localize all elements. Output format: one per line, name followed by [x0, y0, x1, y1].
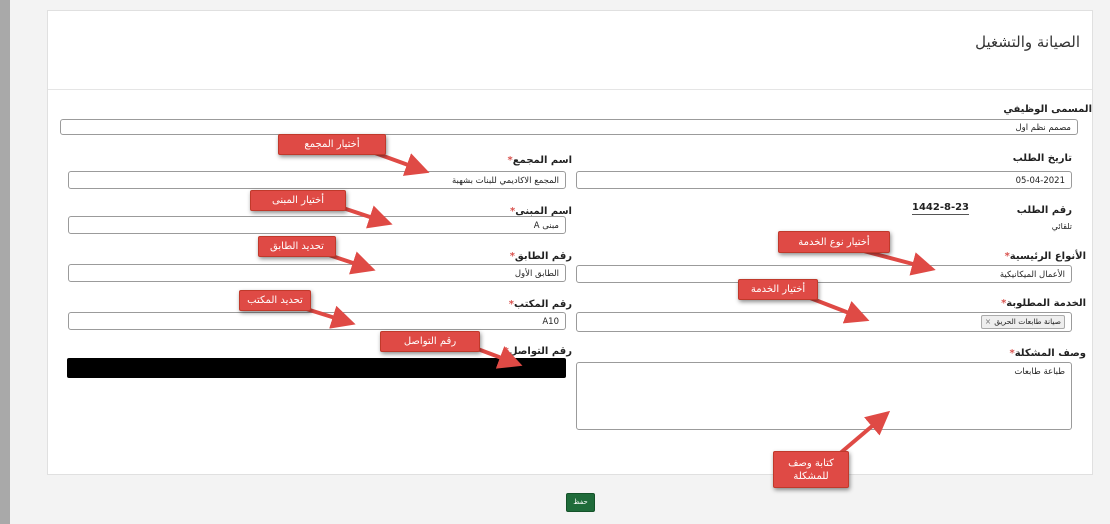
save-button[interactable]: حفظ [566, 493, 595, 512]
problem-description-label-text: وصف المشكلة [1014, 348, 1086, 359]
requested-service-label: الخدمة المطلوبة* [998, 298, 1086, 309]
remove-chip-icon[interactable]: × [985, 317, 991, 326]
request-number-label: رقم الطلب [1016, 205, 1072, 216]
service-chip: صيانة طابعات الحريق× [980, 315, 1065, 329]
request-number-value: 1442-8-23 [912, 202, 970, 215]
request-date-label: تاريخ الطلب [1012, 153, 1072, 164]
problem-description-label: وصف المشكلة* [1006, 348, 1086, 359]
job-title-label: المسمى الوظيفي [1003, 104, 1092, 115]
callout-choose-service: أختيار الخدمة [738, 279, 818, 300]
office-number-label-text: رقم المكتب [514, 299, 572, 310]
complex-name-label: اسم المجمع* [505, 155, 572, 166]
contact-number-label-text: رقم التواصل [508, 346, 572, 357]
floor-number-select[interactable]: الطابق الأول [68, 264, 566, 282]
problem-description-textarea[interactable]: طباعة طابعات [576, 362, 1072, 430]
left-scrollbar-strip [0, 0, 10, 524]
requested-service-select[interactable]: صيانة طابعات الحريق× [576, 312, 1072, 332]
request-number-status: تلقائي [1051, 222, 1072, 231]
floor-number-label: رقم الطابق* [507, 251, 572, 262]
callout-choose-service-type: أختيار نوع الخدمة [778, 231, 890, 253]
main-types-label: الأنواع الرئيسية* [1002, 251, 1086, 262]
page-title: الصيانة والتشغيل [975, 33, 1080, 51]
panel-header: الصيانة والتشغيل [48, 11, 1092, 90]
complex-name-select[interactable]: المجمع الاكاديمي للبنات بشهبة [68, 171, 566, 189]
callout-choose-building: أختيار المبنى [250, 190, 346, 211]
callout-set-floor: تحديد الطابق [258, 236, 336, 257]
office-number-field[interactable]: A10 [68, 312, 566, 330]
requested-service-label-text: الخدمة المطلوبة [1006, 298, 1086, 309]
callout-choose-complex: أختيار المجمع [278, 134, 386, 155]
complex-name-label-text: اسم المجمع [512, 155, 572, 166]
callout-set-office: تحديد المكتب [239, 290, 311, 311]
main-types-label-text: الأنواع الرئيسية [1009, 251, 1086, 262]
job-title-field[interactable]: مصمم نظم اول [60, 119, 1078, 135]
contact-number-field-redacted[interactable] [67, 358, 566, 378]
callout-write-problem: كتابة وصف للمشكلة [773, 451, 849, 488]
service-chip-text: صيانة طابعات الحريق [994, 317, 1061, 326]
building-name-select[interactable]: مبنى A [68, 216, 566, 234]
main-types-select[interactable]: الأعمال الميكانيكية [576, 265, 1072, 283]
callout-contact-number: رقم التواصل [380, 331, 480, 352]
office-number-label: رقم المكتب* [506, 299, 572, 310]
request-date-field[interactable]: 05-04-2021 [576, 171, 1072, 189]
floor-number-label-text: رقم الطابق [514, 251, 572, 262]
contact-number-label: رقم التواصل* [501, 346, 572, 357]
